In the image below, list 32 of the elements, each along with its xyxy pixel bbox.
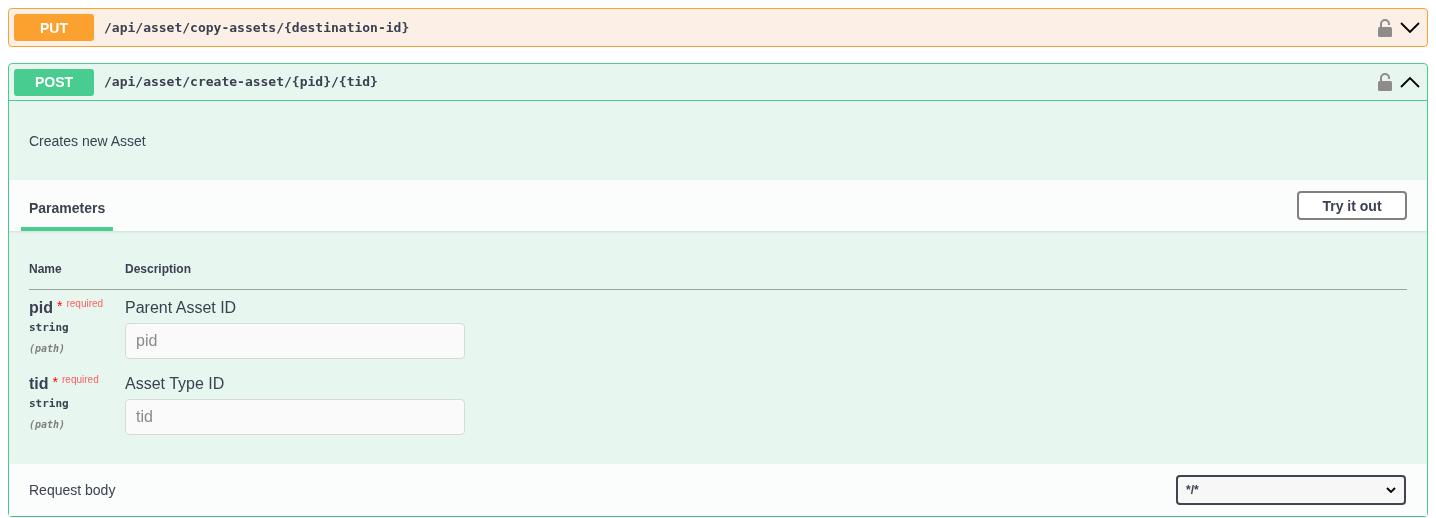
try-it-out-button[interactable]: Try it out bbox=[1297, 191, 1407, 220]
chevron-up-icon[interactable] bbox=[1400, 76, 1420, 88]
endpoint-path: /api/asset/create-asset/{pid}/{tid} bbox=[104, 73, 378, 92]
text-input-field[interactable]: pid bbox=[125, 323, 465, 359]
parameter-description: Parent Asset ID bbox=[125, 298, 238, 318]
text-input-field[interactable]: tid bbox=[125, 399, 465, 435]
parameters-tab[interactable]: Parameters bbox=[21, 198, 114, 231]
unlocked-padlock-icon[interactable] bbox=[1378, 73, 1392, 91]
parameter-name: pid bbox=[29, 298, 53, 318]
method-badge: PUT bbox=[14, 14, 94, 41]
chevron-down-icon bbox=[1386, 487, 1396, 493]
parameter-description: Asset Type ID bbox=[125, 374, 226, 394]
parameter-location: (path) bbox=[29, 341, 67, 356]
parameter-location: (path) bbox=[29, 417, 67, 432]
operation-description: Creates new Asset bbox=[29, 131, 146, 151]
chevron-down-icon[interactable] bbox=[1400, 21, 1420, 34]
required-asterisk: * bbox=[57, 298, 63, 314]
endpoint-path: /api/asset/copy-assets/{destination-id} bbox=[104, 18, 410, 37]
column-header: Name bbox=[29, 261, 63, 277]
parameter-type: string bbox=[29, 320, 70, 336]
required-asterisk: * bbox=[52, 374, 58, 390]
column-header: Description bbox=[125, 261, 191, 277]
method-badge: POST bbox=[14, 68, 94, 96]
required-label: required bbox=[62, 374, 99, 386]
request-body-label: Request body bbox=[29, 481, 116, 500]
parameter-name: tid bbox=[29, 374, 49, 394]
operation-header[interactable]: POST /api/asset/create-asset/{pid}/{tid} bbox=[9, 64, 1427, 101]
unlocked-padlock-icon[interactable] bbox=[1378, 18, 1392, 37]
parameter-type: string bbox=[29, 396, 70, 412]
required-label: required bbox=[66, 298, 104, 310]
operation-header[interactable]: PUT /api/asset/copy-assets/{destination-id} bbox=[9, 9, 1427, 46]
content-type-dropdown[interactable]: */* bbox=[1176, 475, 1406, 505]
